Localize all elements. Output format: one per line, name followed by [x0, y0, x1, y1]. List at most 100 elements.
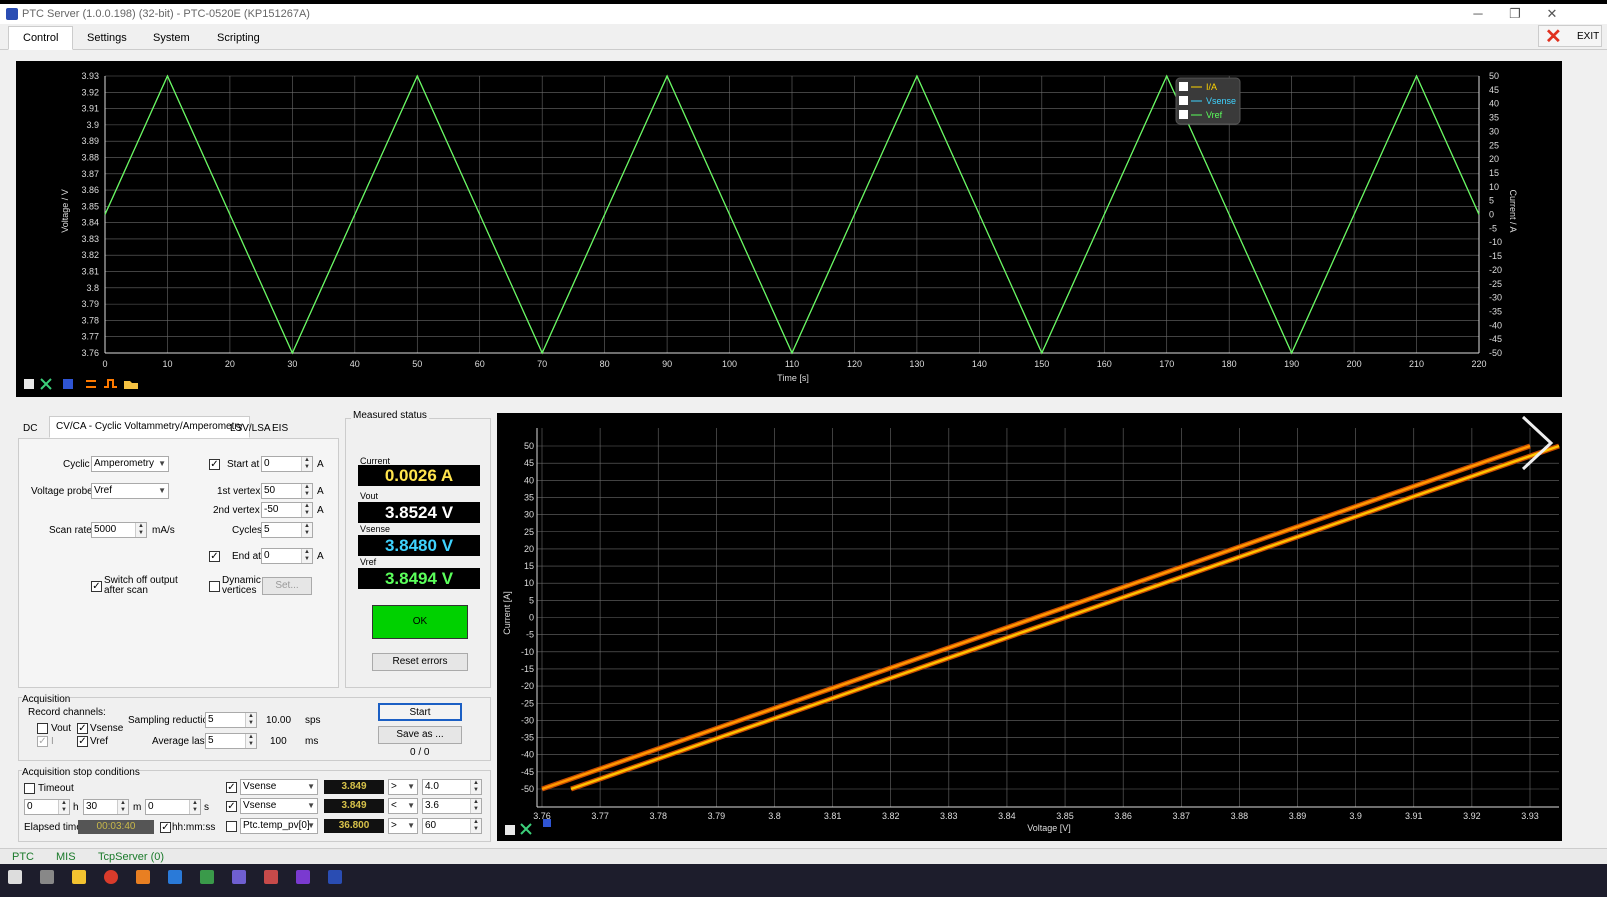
restore-button[interactable]: ❐ — [1505, 6, 1525, 22]
spinner-icon[interactable]: ▲ ▼ — [58, 800, 69, 814]
spinner-icon[interactable]: ▲ ▼ — [245, 713, 256, 727]
stop-condition-checkbox[interactable] — [226, 821, 237, 832]
copy-icon[interactable] — [24, 379, 34, 389]
spinner-icon[interactable]: ▲ ▼ — [117, 800, 128, 814]
reset-errors-button[interactable]: Reset errors — [372, 653, 468, 671]
timeout-checkbox[interactable] — [24, 783, 35, 794]
stop-operator-select[interactable]: < ▼ — [388, 798, 418, 814]
legend-check-vsense[interactable] — [1179, 96, 1188, 105]
switch-off-checkbox[interactable]: ✓ — [91, 581, 102, 592]
subtab-dc[interactable]: DC — [16, 418, 44, 440]
legend-check-i[interactable] — [1179, 82, 1188, 91]
vertex1-input[interactable]: 50 ▲ ▼ — [261, 483, 313, 499]
explorer-icon[interactable] — [72, 870, 86, 884]
stop-channel-select[interactable]: Vsense ▼ — [240, 798, 318, 814]
app-icon[interactable] — [168, 870, 182, 884]
subtab-cv[interactable]: CV/CA - Cyclic Voltammetry/Amperometry — [49, 416, 250, 438]
pulse-icon[interactable] — [104, 379, 117, 388]
status-tab-mis[interactable]: MIS — [56, 851, 76, 863]
probe-select[interactable]: Vref ▼ — [91, 483, 169, 499]
cursor-icon[interactable] — [86, 380, 96, 388]
hours-input[interactable]: 0 ▲ ▼ — [24, 799, 70, 815]
spinner-icon[interactable]: ▲ ▼ — [245, 734, 256, 748]
dynamic-checkbox[interactable] — [209, 581, 220, 592]
scan-unit: mA/s — [152, 525, 175, 536]
app-icon[interactable] — [296, 870, 310, 884]
save-icon[interactable] — [543, 819, 551, 827]
avg-label: Average last — [152, 736, 208, 747]
set-button[interactable]: Set... — [262, 577, 312, 595]
time-chart-xtick: 50 — [412, 359, 422, 369]
ptc-server-taskbar-icon[interactable] — [328, 870, 342, 884]
close-button[interactable]: ✕ — [1542, 6, 1562, 22]
app-icon[interactable] — [200, 870, 214, 884]
start-button[interactable]: Start — [378, 703, 462, 721]
legend-vref: Vref — [1206, 110, 1223, 120]
fit-icon[interactable] — [520, 823, 532, 835]
folder-icon[interactable] — [124, 381, 138, 389]
minimize-button[interactable]: ─ — [1468, 6, 1488, 22]
legend-check-vref[interactable] — [1179, 110, 1188, 119]
spinner-icon[interactable]: ▲ ▼ — [301, 549, 312, 563]
copy-icon[interactable] — [505, 825, 515, 835]
start-at-input[interactable]: 0 ▲ ▼ — [261, 456, 313, 472]
spinner-icon[interactable]: ▲ ▼ — [301, 457, 312, 471]
stop-channel-select[interactable]: Vsense ▼ — [240, 779, 318, 795]
cyclic-select[interactable]: Amperometry ▼ — [91, 456, 169, 472]
spinner-icon[interactable]: ▲ ▼ — [301, 523, 312, 537]
browser-icon[interactable] — [104, 870, 118, 884]
time-chart-xtick: 90 — [662, 359, 672, 369]
end-at-input[interactable]: 0 ▲ ▼ — [261, 548, 313, 564]
hhmmss-checkbox[interactable]: ✓ — [160, 822, 171, 833]
xy-chart-ytick: -10 — [521, 647, 534, 657]
timeout-label: Timeout — [38, 783, 74, 794]
chevron-down-icon: ▼ — [307, 801, 315, 810]
stop-operator-select[interactable]: > ▼ — [388, 818, 418, 834]
xy-chart-xtick: 3.86 — [1114, 811, 1132, 821]
vout-checkbox[interactable] — [37, 723, 48, 734]
stop-limit-input[interactable]: 3.6 ▲ ▼ — [422, 798, 482, 814]
tab-control[interactable]: Control — [8, 26, 74, 50]
status-tab-ptc[interactable]: PTC — [12, 851, 34, 863]
taskview-icon[interactable] — [40, 870, 54, 884]
tab-scripting[interactable]: Scripting — [202, 26, 275, 50]
sampling-input[interactable]: 5 ▲ ▼ — [205, 712, 257, 728]
seconds-input[interactable]: 0 ▲ ▼ — [145, 799, 201, 815]
start-at-checkbox[interactable]: ✓ — [209, 459, 220, 470]
exit-button[interactable]: ✕ EXIT — [1538, 25, 1602, 48]
start-icon[interactable] — [8, 870, 22, 884]
stop-limit-input[interactable]: 60 ▲ ▼ — [422, 818, 482, 834]
stop-condition-checkbox[interactable]: ✓ — [226, 782, 237, 793]
avg-input[interactable]: 5 ▲ ▼ — [205, 733, 257, 749]
tab-system[interactable]: System — [138, 26, 205, 50]
save-icon[interactable] — [63, 379, 73, 389]
app-icon[interactable] — [264, 870, 278, 884]
spinner-icon[interactable]: ▲ ▼ — [301, 503, 312, 517]
chevron-right-icon[interactable] — [1521, 415, 1554, 471]
save-as-button[interactable]: Save as ... — [378, 726, 462, 744]
spinner-icon[interactable]: ▲ ▼ — [470, 819, 481, 833]
app-icon[interactable] — [136, 870, 150, 884]
scan-rate-input[interactable]: 5000 ▲ ▼ — [91, 522, 147, 538]
vsense-checkbox[interactable]: ✓ — [77, 723, 88, 734]
stop-channel-select[interactable]: Ptc.temp_pv[0] ▼ — [240, 818, 318, 834]
vref-checkbox[interactable]: ✓ — [77, 736, 88, 747]
cycles-input[interactable]: 5 ▲ ▼ — [261, 522, 313, 538]
minutes-input[interactable]: 30 ▲ ▼ — [83, 799, 129, 815]
time-chart-y2tick: 25 — [1489, 140, 1499, 150]
app-icon[interactable] — [232, 870, 246, 884]
spinner-icon[interactable]: ▲ ▼ — [301, 484, 312, 498]
spinner-icon[interactable]: ▲ ▼ — [189, 800, 200, 814]
end-at-checkbox[interactable]: ✓ — [209, 551, 220, 562]
status-tab-tcp[interactable]: TcpServer (0) — [98, 851, 164, 863]
subtab-eis[interactable]: EIS — [265, 418, 295, 440]
spinner-icon[interactable]: ▲ ▼ — [135, 523, 146, 537]
vertex2-input[interactable]: -50 ▲ ▼ — [261, 502, 313, 518]
stop-limit-input[interactable]: 4.0 ▲ ▼ — [422, 779, 482, 795]
tab-settings[interactable]: Settings — [72, 26, 142, 50]
fit-icon[interactable] — [40, 378, 52, 390]
stop-operator-select[interactable]: > ▼ — [388, 779, 418, 795]
stop-condition-checkbox[interactable]: ✓ — [226, 801, 237, 812]
spinner-icon[interactable]: ▲ ▼ — [470, 799, 481, 813]
spinner-icon[interactable]: ▲ ▼ — [470, 780, 481, 794]
